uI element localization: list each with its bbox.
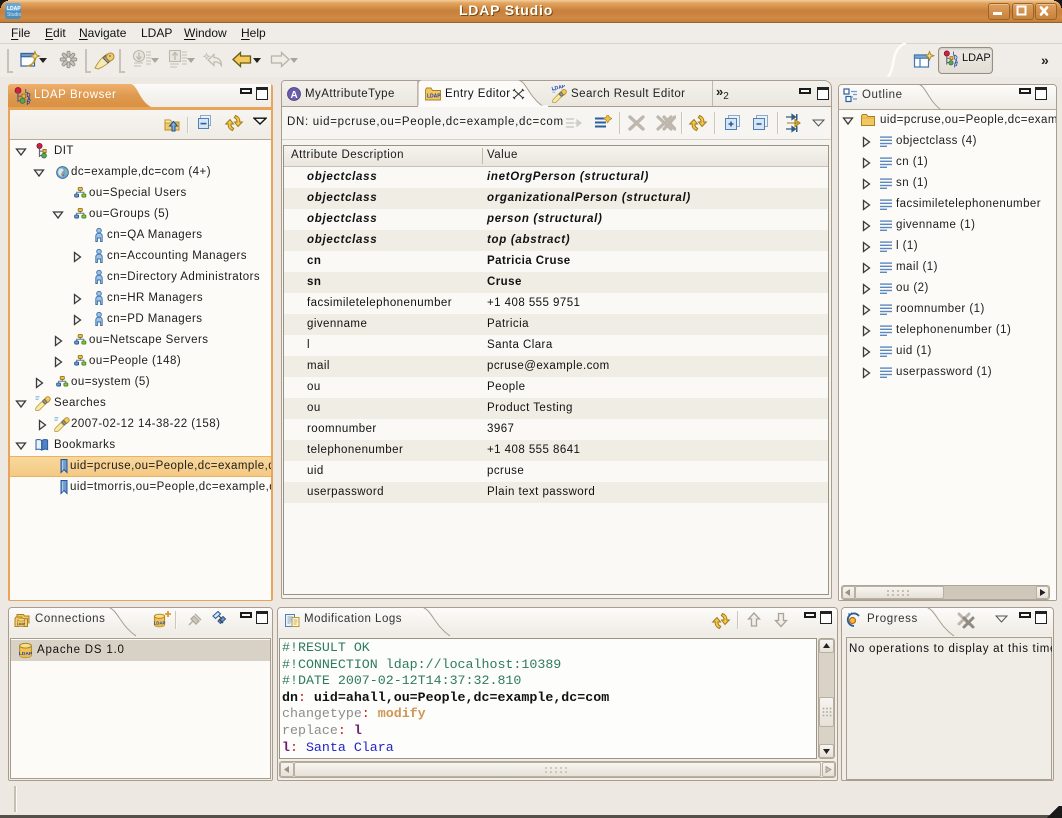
svg-text:LDAP: LDAP <box>427 94 441 100</box>
svg-text:Studio: Studio <box>7 12 21 18</box>
svg-text:A: A <box>291 90 298 101</box>
svg-text:P: P <box>27 101 31 105</box>
